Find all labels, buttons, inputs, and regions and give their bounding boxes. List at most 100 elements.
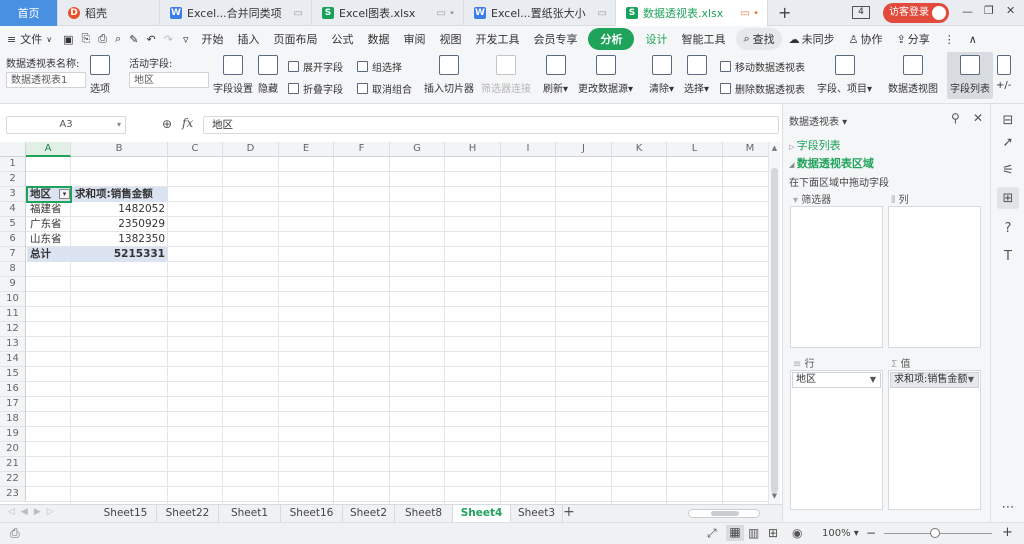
sheet-tab-sheet22[interactable]: Sheet22 <box>157 505 219 523</box>
row-header-15[interactable]: 15 <box>0 367 26 382</box>
row-header-8[interactable]: 8 <box>0 262 26 277</box>
rows-drop-area[interactable]: 地区 ▼ <box>790 370 883 510</box>
more-icon[interactable]: ⋮ <box>937 28 962 50</box>
select-all-corner[interactable] <box>0 142 26 157</box>
pin-icon[interactable]: ⚲ <box>951 111 960 125</box>
sheet-tab-sheet3[interactable]: Sheet3 <box>511 505 563 523</box>
eye-protection-icon[interactable]: ◉ <box>792 526 802 540</box>
fx-icon[interactable]: fx <box>182 116 193 130</box>
row-header-3[interactable]: 3 <box>0 187 26 202</box>
pivot-row-label[interactable]: 广东省 <box>27 217 71 232</box>
row-header-12[interactable]: 12 <box>0 322 26 337</box>
pane-title[interactable]: 数据透视表 ▾ <box>789 113 847 128</box>
row-header-9[interactable]: 9 <box>0 277 26 292</box>
pane-close-icon[interactable]: ✕ <box>973 111 983 125</box>
collab-button[interactable]: ♙ 协作 <box>842 28 890 50</box>
row-header-1[interactable]: 1 <box>0 157 26 172</box>
field-list-toggle[interactable]: ▷ 字段列表 <box>789 137 841 153</box>
pivot-area-toggle[interactable]: ◢ 数据透视表区域 <box>789 155 874 171</box>
column-header-a[interactable]: A <box>26 142 71 157</box>
file-menu[interactable]: ≡ 文件 ∨ <box>0 28 59 50</box>
collapse-ribbon-icon[interactable]: ∧ <box>962 28 984 50</box>
horizontal-scrollbar[interactable] <box>688 509 760 518</box>
collapse-sidebar-icon[interactable]: ⊟ <box>997 109 1019 131</box>
column-header-m[interactable]: M <box>723 142 768 157</box>
column-header-l[interactable]: L <box>667 142 723 157</box>
zoom-in-button[interactable]: + <box>1002 525 1013 540</box>
clear-button[interactable]: 清除▾ <box>649 55 674 95</box>
columns-drop-area[interactable] <box>888 206 981 348</box>
row-header-23[interactable]: 23 <box>0 487 26 502</box>
tab-excel-chart[interactable]: S Excel图表.xlsx ▭ • <box>312 0 464 26</box>
tab-home[interactable]: 首页 <box>0 0 58 26</box>
sliders-icon[interactable]: ⚟ <box>997 159 1019 181</box>
formula-input[interactable]: 地区 <box>203 116 779 134</box>
page-break-view-icon[interactable]: ⊞ <box>768 526 778 540</box>
name-box[interactable]: A3 ▾ <box>6 116 126 134</box>
quick-access-chevron-icon[interactable]: ▿ <box>177 28 195 50</box>
column-header-c[interactable]: C <box>168 142 223 157</box>
pivot-pane-icon[interactable]: ⊞ <box>997 187 1019 209</box>
row-header-18[interactable]: 18 <box>0 412 26 427</box>
save-icon[interactable]: ▣ <box>59 28 77 50</box>
row-header-22[interactable]: 22 <box>0 472 26 487</box>
menu-formula[interactable]: 公式 <box>324 28 360 50</box>
zoom-formula-icon[interactable]: ⊕ <box>162 117 172 131</box>
row-header-13[interactable]: 13 <box>0 337 26 352</box>
sheet-tab-sheet8[interactable]: Sheet8 <box>395 505 453 523</box>
values-drop-area[interactable]: 求和项:销售金额 ▼ <box>888 370 981 510</box>
menu-analyze[interactable]: 分析 <box>588 28 635 50</box>
filter-dropdown-icon[interactable]: ▾ <box>59 189 70 199</box>
scroll-up-icon[interactable]: ▲ <box>769 144 780 152</box>
restore-icon[interactable]: ❐ <box>984 4 994 17</box>
sheet-tab-sheet2[interactable]: Sheet2 <box>343 505 395 523</box>
scrollbar-thumb[interactable] <box>771 168 778 493</box>
tab-pivot-table[interactable]: S 数据透视表.xlsx ▭ • <box>616 0 768 26</box>
sheet-tab-sheet4[interactable]: Sheet4 <box>453 505 511 523</box>
plus-minus-button[interactable]: +/- <box>996 55 1011 91</box>
pivot-row-value[interactable]: 2350929 <box>72 217 168 232</box>
menu-developer[interactable]: 开发工具 <box>468 28 526 50</box>
scroll-down-icon[interactable]: ▼ <box>769 492 780 500</box>
pivot-chart-button[interactable]: 数据透视图 <box>888 55 938 95</box>
row-header-19[interactable]: 19 <box>0 427 26 442</box>
new-tab-button[interactable]: + <box>778 3 791 22</box>
pivot-row-label[interactable]: 山东省 <box>27 232 71 247</box>
vertical-scrollbar[interactable]: ▲ ▼ <box>768 142 780 504</box>
column-header-k[interactable]: K <box>612 142 667 157</box>
macro-icon[interactable]: ⎙ <box>10 526 20 541</box>
menu-member[interactable]: 会员专享 <box>526 28 584 50</box>
column-header-e[interactable]: E <box>279 142 334 157</box>
zoom-slider-handle[interactable] <box>930 528 940 538</box>
column-header-b[interactable]: B <box>71 142 168 157</box>
pivot-name-input[interactable]: 数据透视表1 <box>6 72 86 88</box>
hscroll-thumb[interactable] <box>711 511 739 516</box>
pointer-icon[interactable]: ➚ <box>997 131 1019 153</box>
change-source-button[interactable]: 更改数据源▾ <box>578 55 633 95</box>
expand-field-button[interactable]: 展开字段 <box>288 59 343 74</box>
row-header-17[interactable]: 17 <box>0 397 26 412</box>
redo-icon[interactable]: ↷ <box>160 28 177 50</box>
tab-excel-paper[interactable]: W Excel...置纸张大小 ▭ <box>464 0 616 26</box>
menu-page-layout[interactable]: 页面布局 <box>266 28 324 50</box>
row-header-20[interactable]: 20 <box>0 442 26 457</box>
menu-start[interactable]: 开始 <box>194 28 230 50</box>
group-select-button[interactable]: 组选择 <box>357 59 402 74</box>
column-header-d[interactable]: D <box>223 142 279 157</box>
filter-drop-area[interactable] <box>790 206 883 348</box>
search-button[interactable]: ⌕ 查找 <box>736 28 782 50</box>
fullscreen-icon[interactable]: ⤢ <box>707 526 717 541</box>
row-header-4[interactable]: 4 <box>0 202 26 217</box>
sheet-nav-arrows-icon[interactable]: ◁◀▶▷ <box>8 507 60 517</box>
pivot-value-header[interactable]: 求和项:销售金额 <box>72 187 168 202</box>
field-list-button[interactable]: 字段列表 <box>947 52 993 99</box>
row-field-dropdown[interactable]: 地区 ▼ <box>792 372 881 388</box>
sheet-tab-sheet16[interactable]: Sheet16 <box>281 505 343 523</box>
share-button[interactable]: ⇪ 分享 <box>890 28 937 50</box>
normal-view-icon[interactable]: ▦ <box>726 525 744 541</box>
add-sheet-button[interactable]: + <box>563 504 575 520</box>
row-header-5[interactable]: 5 <box>0 217 26 232</box>
row-header-21[interactable]: 21 <box>0 457 26 472</box>
pivot-total-value[interactable]: 5215331 <box>72 247 168 262</box>
pivot-total-label[interactable]: 总计 <box>27 247 71 262</box>
